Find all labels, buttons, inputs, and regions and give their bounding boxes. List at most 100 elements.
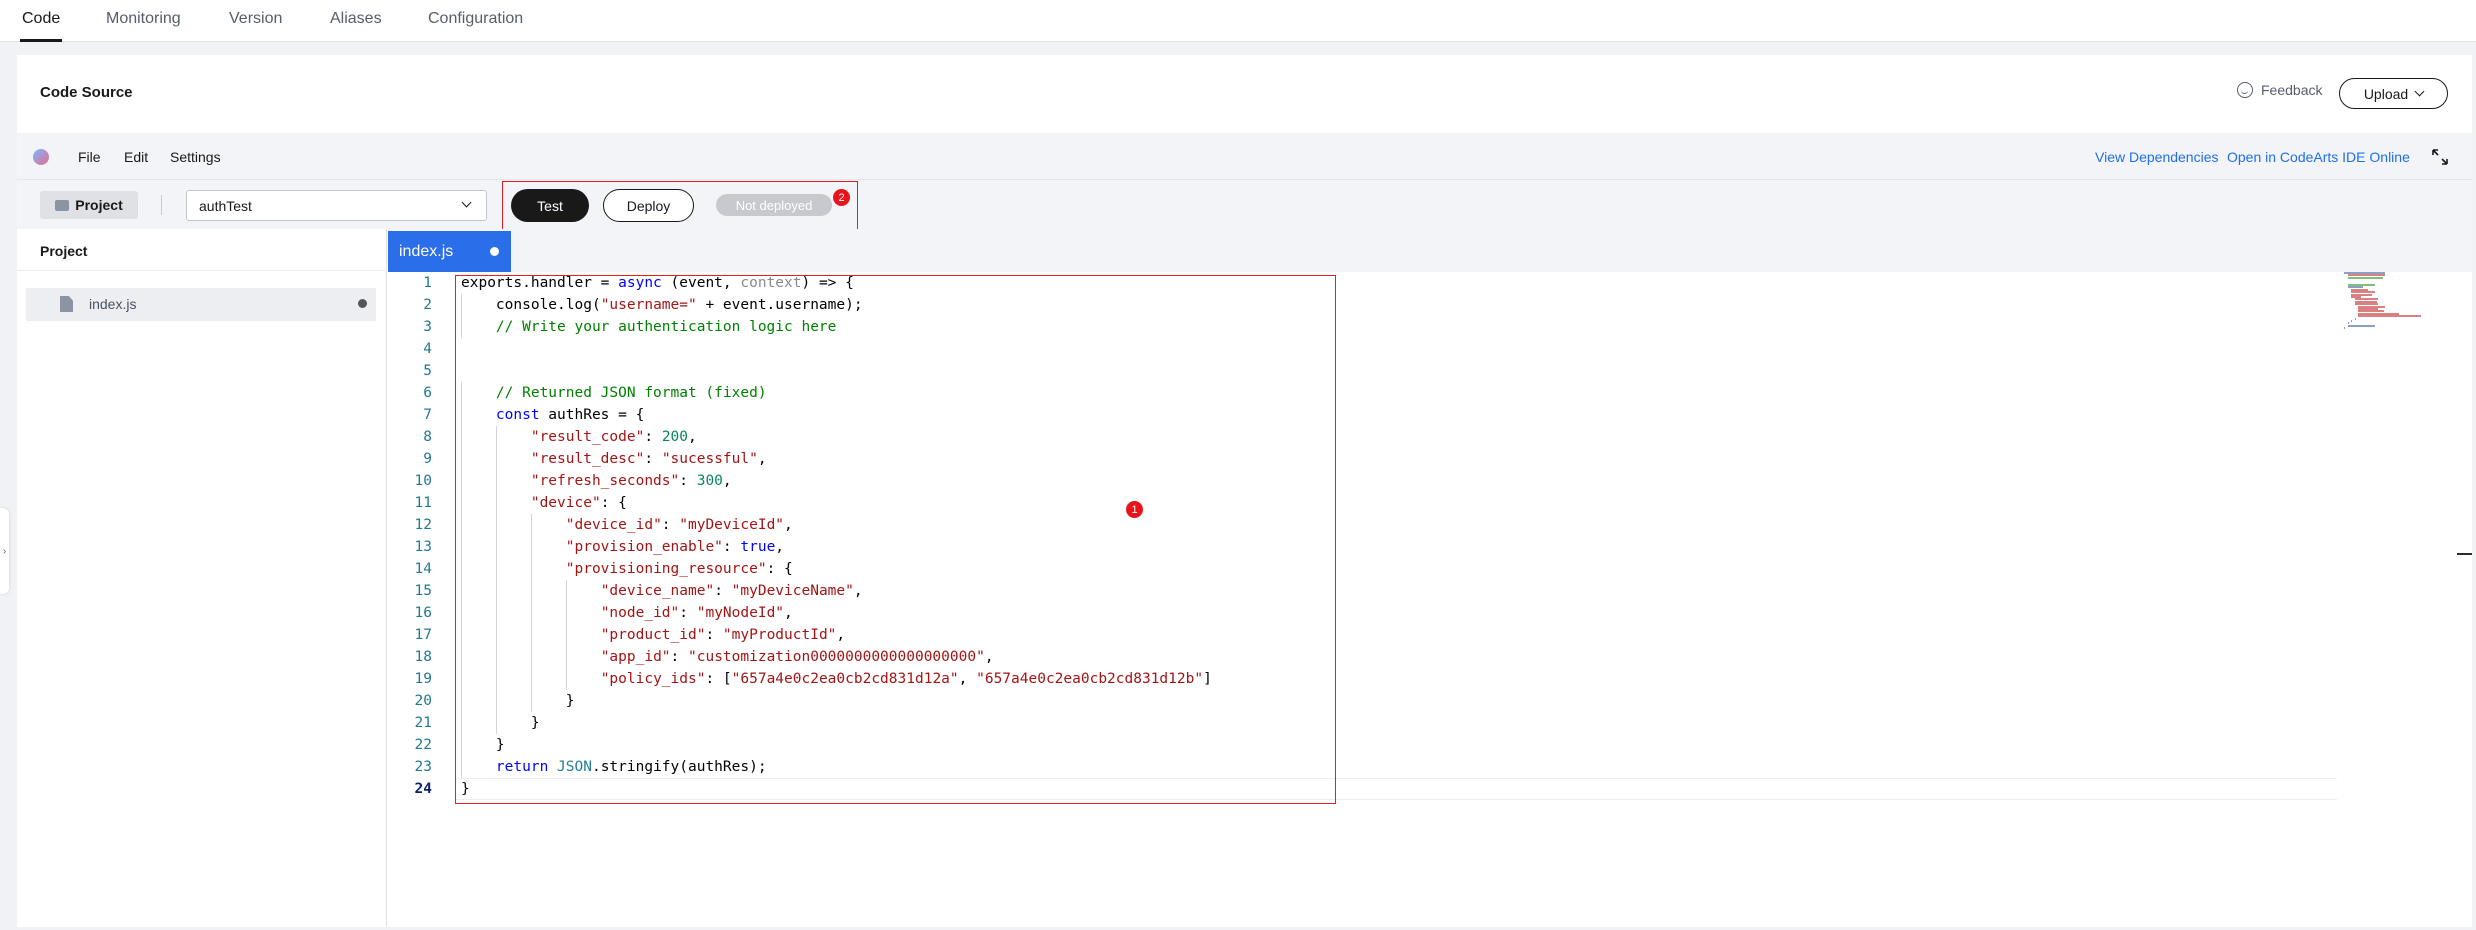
feedback-link[interactable]: Feedback [2237,82,2322,98]
line-number: 8 [423,429,432,445]
line-number: 3 [423,319,432,335]
test-button[interactable]: Test [511,189,589,222]
indent-guide [495,536,497,558]
file-tree-item[interactable] [26,288,376,321]
code-line[interactable]: "provisioning_resource": { [461,558,793,580]
minimap-line [2351,320,2353,322]
tab-version[interactable]: Version [229,10,282,28]
project-panel-title: Project [40,243,88,259]
line-number: 19 [414,671,432,687]
code-line[interactable]: return JSON.stringify(authRes); [461,756,767,778]
code-line[interactable]: } [461,690,575,712]
code-line[interactable]: "app_id": "customization0000000000000000… [461,646,994,668]
function-select[interactable]: authTest [186,190,487,221]
code-line[interactable]: "device_id": "myDeviceId", [461,514,793,536]
code-line[interactable]: } [461,778,470,800]
line-number: 23 [414,759,432,775]
indent-guide [495,690,497,712]
indent-guide [495,668,497,690]
code-line[interactable]: const authRes = { [461,404,644,426]
editor-tab-label: index.js [399,242,454,260]
indent-guide [565,624,567,646]
tab-configuration[interactable]: Configuration [428,10,523,28]
indent-guide [565,646,567,668]
indent-guide [461,756,462,778]
line-number: 4 [423,341,432,357]
indent-guide [461,690,462,712]
indent-guide [461,646,462,668]
indent-guide [461,404,462,426]
menu-file[interactable]: File [78,149,101,165]
line-number: 9 [423,451,432,467]
indent-guide [461,382,462,404]
minimap-line [2347,324,2376,327]
project-label: Project [75,197,123,213]
deploy-button[interactable]: Deploy [603,189,694,222]
code-line[interactable]: "device": { [461,492,627,514]
file-tree-item-label: index.js [89,296,137,312]
code-line[interactable]: "result_desc": "sucessful", [461,448,767,470]
indent-guide [495,602,497,624]
line-number: 1 [423,275,432,291]
indent-guide [530,514,532,536]
open-codearts-link[interactable]: Open in CodeArts IDE Online [2227,149,2410,165]
menu-edit[interactable]: Edit [124,149,148,165]
unsaved-dot-icon[interactable] [490,247,499,256]
indent-guide [461,712,462,734]
indent-guide [530,602,532,624]
toolbar-divider [161,195,162,215]
scrollbar-thumb[interactable] [2457,553,2472,555]
line-number: 11 [414,495,432,511]
code-line[interactable]: exports.handler = async (event, context)… [461,272,854,294]
code-line[interactable]: // Returned JSON format (fixed) [461,382,767,404]
editor-minimap[interactable] [2344,272,2434,332]
minimap-line [2344,327,2345,330]
project-panel [17,229,387,927]
menu-settings[interactable]: Settings [170,149,221,165]
code-line[interactable]: } [461,734,505,756]
expand-icon[interactable] [2432,149,2448,165]
code-line[interactable]: // Write your authentication logic here [461,316,836,338]
line-number: 12 [414,517,432,533]
line-number: 13 [414,539,432,555]
tab-monitoring[interactable]: Monitoring [106,10,181,28]
indent-guide [461,514,462,536]
upload-label: Upload [2363,85,2409,102]
indent-guide [565,580,567,602]
tab-aliases[interactable]: Aliases [330,10,382,28]
project-toggle-button[interactable]: Project [40,191,138,219]
upload-button[interactable]: Upload [2339,78,2448,109]
indent-guide [461,536,462,558]
folder-icon [55,199,70,211]
indent-guide [495,448,497,470]
page-title: Code Source [40,84,133,101]
code-line[interactable]: } [461,712,540,734]
line-number: 5 [423,363,432,379]
chevron-right-icon: › [2,545,7,557]
indent-guide [461,294,462,316]
minimap-line [2354,317,2356,320]
code-line[interactable]: "refresh_seconds": 300, [461,470,732,492]
code-line[interactable]: "node_id": "myNodeId", [461,602,793,624]
indent-guide [461,426,462,448]
indent-guide [495,580,497,602]
divider [17,270,387,271]
indent-guide [461,558,462,580]
unsaved-dot-icon [358,299,367,308]
annotation-badge-1: 1 [1126,501,1143,518]
code-line[interactable]: "policy_ids": ["657a4e0c2ea0cb2cd831d12a… [461,668,1212,690]
line-number: 6 [423,385,432,401]
line-number: 20 [414,693,432,709]
code-line[interactable]: "device_name": "myDeviceName", [461,580,863,602]
line-number: 10 [414,473,432,489]
function-select-value: authTest [199,197,252,214]
code-line[interactable]: console.log("username=" + event.username… [461,294,863,316]
view-dependencies-link[interactable]: View Dependencies [2095,149,2219,165]
tab-code[interactable]: Code [22,10,60,28]
code-line[interactable]: "provision_enable": true, [461,536,784,558]
indent-guide [461,448,462,470]
collapse-handle[interactable]: › [0,508,9,594]
indent-guide [461,602,462,624]
code-line[interactable]: "product_id": "myProductId", [461,624,845,646]
indent-guide [565,668,567,690]
